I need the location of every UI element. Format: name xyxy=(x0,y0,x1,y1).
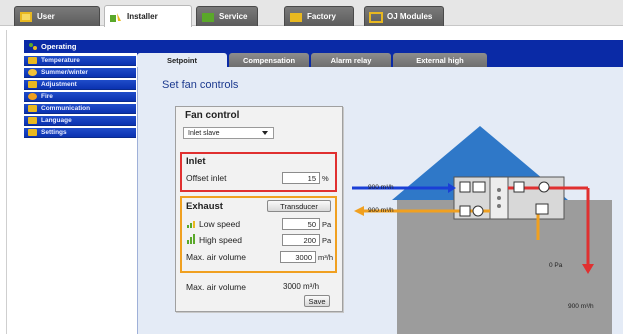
exhaust-max-air-label: Max. air volume xyxy=(186,252,246,262)
sidebar-item-label: Fire xyxy=(41,93,53,100)
offset-inlet-input[interactable]: 15 xyxy=(282,172,320,184)
tab-factory[interactable]: Factory xyxy=(284,6,354,26)
offset-inlet-label: Offset inlet xyxy=(186,173,227,183)
exhaust-max-air-unit: m³/h xyxy=(318,253,333,262)
operating-icon xyxy=(29,43,37,50)
exhaust-fan-icon xyxy=(472,205,484,217)
wall-shadow xyxy=(397,200,612,334)
sidebar-item-label: Communication xyxy=(41,105,91,112)
transducer-button[interactable]: Transducer xyxy=(267,200,331,212)
factory-icon xyxy=(290,12,302,22)
offset-inlet-unit: % xyxy=(322,174,329,183)
high-speed-unit: Pa xyxy=(322,236,332,245)
sidebar-item-label: Language xyxy=(41,117,72,124)
fan-mode-select[interactable]: Inlet slave xyxy=(183,127,274,139)
folder-icon xyxy=(28,129,37,136)
low-speed-label: Low speed xyxy=(199,219,241,229)
supply-fan-icon xyxy=(538,181,550,193)
sidebar-item-label: Summer/winter xyxy=(41,69,88,76)
installer-icon xyxy=(110,12,121,22)
thermometer-icon xyxy=(28,57,37,64)
nav-header-bar xyxy=(24,40,623,53)
filter-exhaust-icon xyxy=(459,205,471,217)
high-speed-icon xyxy=(187,234,195,244)
low-speed-icon xyxy=(187,221,195,228)
tab-label: Service xyxy=(219,12,248,21)
flag-icon xyxy=(28,117,37,124)
tab-label: OJ Modules xyxy=(387,12,433,21)
sun-icon xyxy=(28,69,37,76)
sidebar-item-label: Adjustment xyxy=(41,81,77,88)
outlet-flow-label: 900 m³/h xyxy=(568,303,594,310)
fan-control-title: Fan control xyxy=(185,110,240,121)
low-speed-unit: Pa xyxy=(322,220,332,229)
tab-compensation[interactable]: Compensation xyxy=(229,53,309,67)
ventilation-diagram xyxy=(352,126,612,334)
sidebar-item-summer-winter[interactable]: Summer/winter xyxy=(24,68,136,78)
page-title: Set fan controls xyxy=(162,79,239,91)
exhaust-heading: Exhaust xyxy=(186,201,223,212)
sidebar-item-temperature[interactable]: Temperature xyxy=(24,56,136,66)
sidebar-item-fire[interactable]: Fire xyxy=(24,92,136,102)
high-speed-label: High speed xyxy=(199,235,243,245)
fire-icon xyxy=(28,93,37,100)
inlet-heading: Inlet xyxy=(186,156,206,167)
summary-max-air-value: 3000 m³/h xyxy=(283,282,320,291)
damper-inlet-icon xyxy=(472,181,486,193)
tab-service[interactable]: Service xyxy=(196,6,258,26)
sidebar-item-settings[interactable]: Settings xyxy=(24,128,136,138)
inlet-flow-label: 900 m³/h xyxy=(368,184,394,191)
sidebar-item-label: Settings xyxy=(41,129,67,136)
exhaust-max-air-input[interactable]: 3000 xyxy=(280,251,316,263)
sidebar-item-adjustment[interactable]: Adjustment xyxy=(24,80,136,90)
sidebar-header-label: Operating xyxy=(41,42,77,51)
pressure-label: 0 Pa xyxy=(549,262,563,269)
exhaust-arrow-left xyxy=(354,206,364,216)
tab-oj-modules[interactable]: OJ Modules xyxy=(364,6,444,26)
sidebar-item-language[interactable]: Language xyxy=(24,116,136,126)
user-icon xyxy=(20,11,32,22)
tab-label: Factory xyxy=(307,12,336,21)
tab-label: User xyxy=(37,12,55,21)
exhaust-flow-label: 900 m³/h xyxy=(368,207,394,214)
wrench-icon xyxy=(28,81,37,88)
tab-external-high[interactable]: External high xyxy=(393,53,487,67)
tab-label: Installer xyxy=(127,12,158,21)
sidebar-item-communication[interactable]: Communication xyxy=(24,104,136,114)
tab-alarm-relay[interactable]: Alarm relay xyxy=(311,53,391,67)
chevron-down-icon xyxy=(262,131,268,135)
heater-icon xyxy=(513,181,525,193)
sidebar-item-label: Temperature xyxy=(41,57,80,64)
filter-inlet-icon xyxy=(459,181,471,193)
tab-installer[interactable]: Installer xyxy=(104,5,192,27)
modules-icon xyxy=(369,11,383,23)
tab-user[interactable]: User xyxy=(14,6,100,26)
service-icon xyxy=(202,12,214,22)
fan-mode-value: Inlet slave xyxy=(188,129,220,137)
high-speed-input[interactable]: 200 xyxy=(282,234,320,246)
network-icon xyxy=(28,105,37,112)
sidebar-header-operating[interactable]: Operating xyxy=(24,40,76,53)
filter-extract-icon xyxy=(535,203,549,215)
save-button[interactable]: Save xyxy=(304,295,330,307)
summary-max-air-label: Max. air volume xyxy=(186,282,246,292)
low-speed-input[interactable]: 50 xyxy=(282,218,320,230)
tab-setpoint[interactable]: Setpoint xyxy=(137,53,227,67)
